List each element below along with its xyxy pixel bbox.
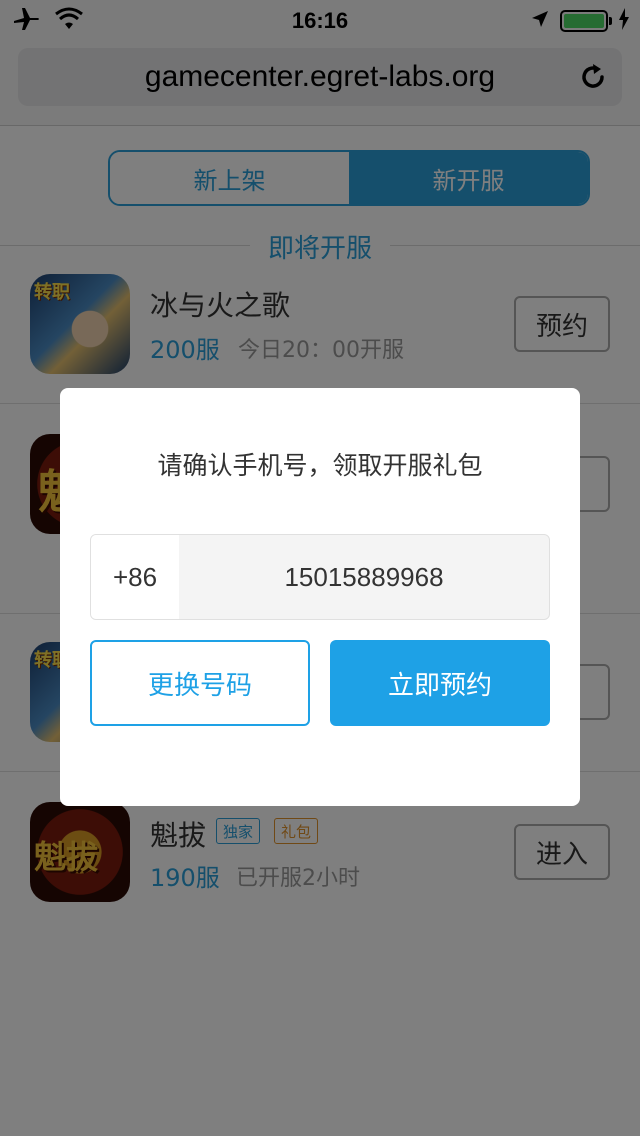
country-code: +86 [91, 535, 179, 619]
dialog-title: 请确认手机号，领取开服礼包 [157, 451, 483, 480]
reserve-now-button[interactable]: 立即预约 [330, 640, 550, 726]
phone-number-input[interactable]: 15015889968 [179, 535, 549, 619]
change-number-button[interactable]: 更换号码 [90, 640, 310, 726]
phone-field[interactable]: +86 15015889968 [90, 534, 550, 620]
phone-confirm-dialog: 请确认手机号，领取开服礼包 +86 15015889968 更换号码 立即预约 [60, 388, 580, 806]
